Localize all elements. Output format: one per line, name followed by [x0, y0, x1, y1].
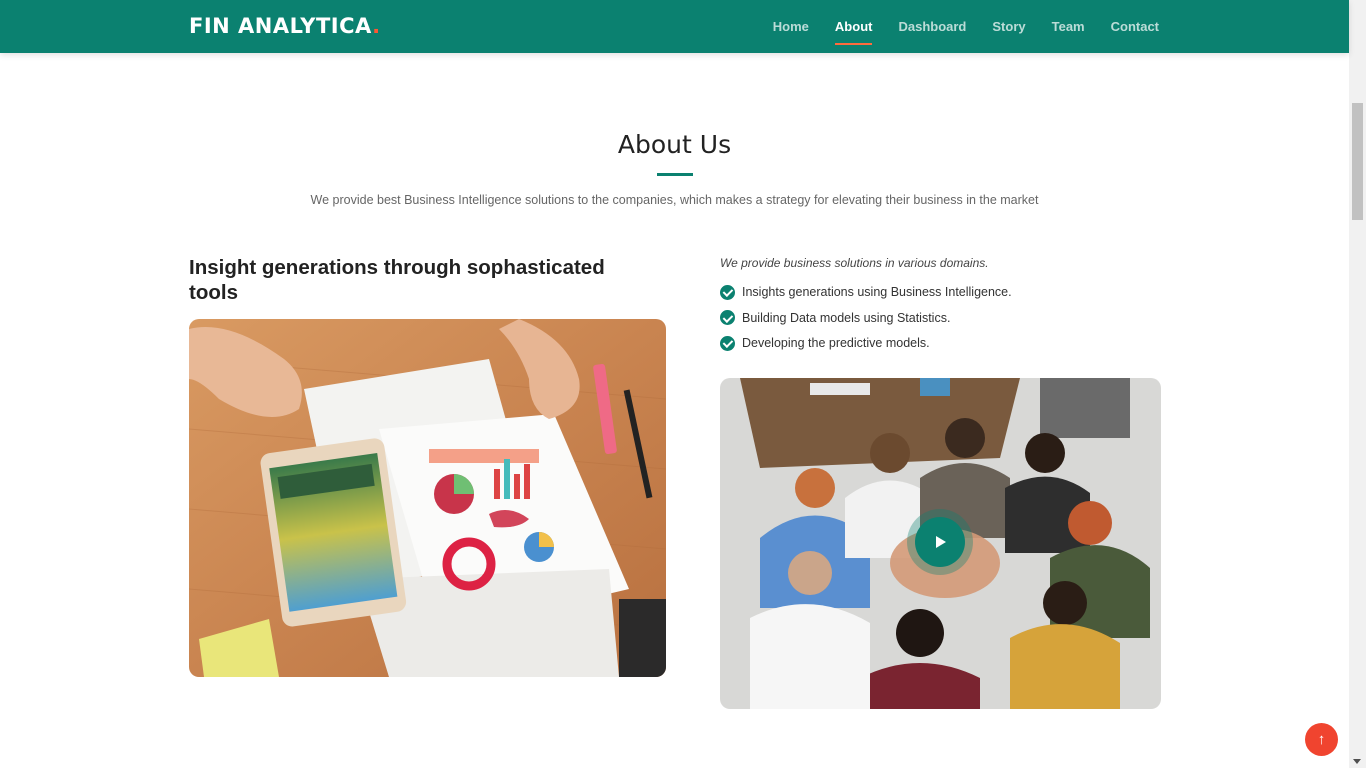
scroll-down-arrow-icon[interactable] [1353, 759, 1361, 764]
section-subtitle: We provide best Business Intelligence so… [310, 193, 1039, 207]
logo-dot: . [372, 14, 381, 38]
check-circle-icon [720, 284, 735, 300]
feature-item: Insights generations using Business Inte… [720, 284, 1012, 300]
nav-dashboard[interactable]: Dashboard [898, 18, 966, 36]
back-to-top-button[interactable]: ↑ [1305, 723, 1338, 756]
main-nav: Home About Dashboard Story Team Contact [747, 0, 1159, 53]
analytics-desk-photo [189, 319, 666, 677]
left-heading: Insight generations through sophasticate… [189, 256, 605, 304]
feature-text: Developing the predictive models. [742, 336, 930, 350]
arrow-up-icon: ↑ [1317, 731, 1326, 748]
nav-home[interactable]: Home [773, 18, 809, 36]
right-intro: We provide business solutions in various… [720, 256, 989, 270]
play-video-button[interactable] [915, 517, 965, 567]
title-underline [657, 173, 693, 176]
nav-about[interactable]: About [834, 18, 872, 45]
scrollbar-thumb[interactable] [1352, 103, 1363, 220]
section-title: About Us [617, 130, 732, 159]
nav-contact[interactable]: Contact [1111, 18, 1159, 36]
feature-text: Building Data models using Statistics. [742, 310, 951, 325]
feature-item: Developing the predictive models. [720, 335, 1012, 351]
logo[interactable]: FIN ANALYTICA. [189, 12, 381, 40]
page-scrollbar[interactable] [1349, 0, 1366, 768]
feature-list: Insights generations using Business Inte… [720, 284, 1012, 361]
check-circle-icon [720, 335, 735, 351]
site-header: FIN ANALYTICA. Home About Dashboard Stor… [0, 0, 1349, 53]
feature-item: Building Data models using Statistics. [720, 310, 1012, 326]
feature-text: Insights generations using Business Inte… [742, 285, 1012, 299]
logo-text: FIN ANALYTICA [189, 14, 373, 38]
nav-team[interactable]: Team [1052, 18, 1085, 36]
check-circle-icon [720, 310, 735, 325]
nav-story[interactable]: Story [992, 18, 1025, 36]
